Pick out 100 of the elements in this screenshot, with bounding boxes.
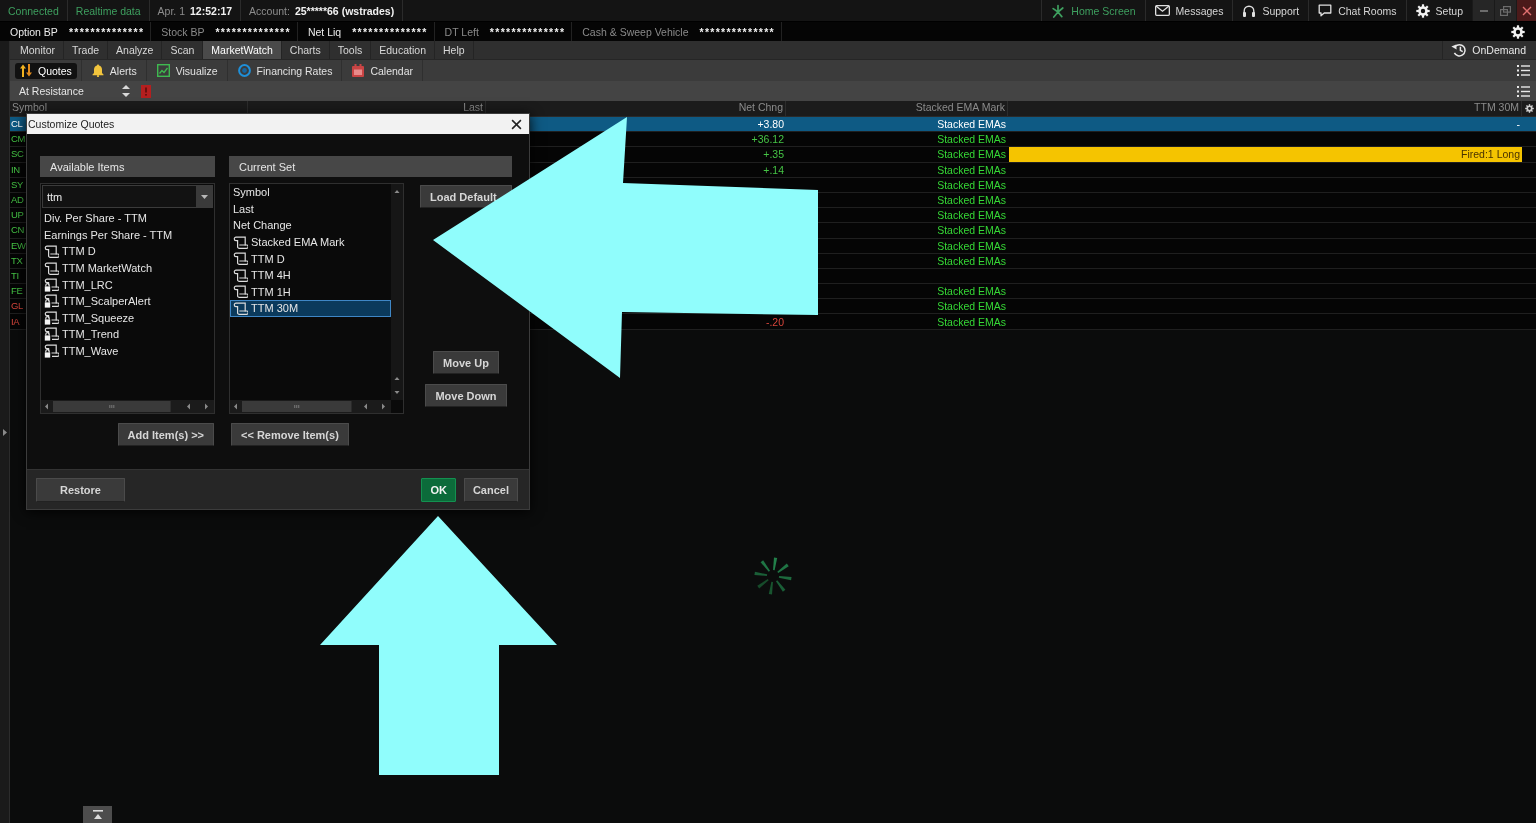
sub-tab[interactable]: Calendar [347, 62, 419, 79]
column-header[interactable]: Stacked EMA Mark [915, 102, 1005, 113]
balance-dropdown[interactable]: Net Liq [307, 25, 342, 38]
list-item[interactable]: Stacked EMA Mark [230, 233, 391, 251]
list-item[interactable]: Div. Per Share - TTM [41, 210, 214, 227]
scroll-lock-icon [44, 277, 59, 292]
on-demand-button[interactable]: OnDemand [1442, 41, 1536, 59]
scroll-lock-icon [44, 310, 59, 325]
scroll-icon [233, 268, 248, 282]
ema-mark-text: Stacked EMAs [937, 178, 1006, 191]
ema-mark-text: Stacked EMAs [937, 209, 1006, 222]
close-icon[interactable] [511, 118, 522, 130]
net-change-text: +.35 [763, 148, 784, 161]
symbol-text: IA [11, 315, 20, 328]
list-item[interactable]: TTM_Wave [41, 342, 214, 360]
chart-icon [156, 64, 170, 77]
settings-icon[interactable] [1524, 104, 1534, 113]
ema-mark-text: Stacked EMAs [937, 315, 1006, 328]
watchlist-selector[interactable]: At Resistance [10, 81, 115, 101]
bell-icon [91, 64, 104, 77]
symbol-text: CL [11, 118, 23, 131]
list-item[interactable]: TTM_LRC [41, 276, 214, 293]
toolbar-link[interactable]: Chat Rooms [1308, 0, 1406, 21]
spinner-icon [753, 556, 793, 597]
list-item[interactable]: TTM 30M [230, 300, 391, 317]
dialog-button[interactable]: Move Up [433, 351, 499, 374]
ema-mark-text: Stacked EMAs [937, 224, 1006, 237]
toolbar-link[interactable]: Messages [1144, 0, 1233, 21]
menu-tab[interactable]: Education [371, 41, 435, 59]
column-header[interactable]: Last [463, 102, 483, 113]
data-feed-status[interactable]: Realtime data [75, 4, 141, 17]
dropdown-button[interactable] [196, 186, 212, 207]
column-header[interactable]: TTM 30M [1474, 102, 1519, 113]
sub-tab[interactable]: Quotes [15, 62, 77, 79]
list-item[interactable]: TTM 1H [230, 283, 391, 301]
close-button[interactable] [1516, 0, 1536, 21]
menu-tab[interactable]: Tools [329, 41, 372, 59]
marker-icon[interactable] [141, 84, 151, 98]
restore-button[interactable] [1494, 0, 1516, 21]
symbol-text: SC [11, 148, 24, 161]
sub-tab[interactable]: Visualize [151, 62, 223, 79]
menu-tab[interactable]: Charts [281, 41, 330, 59]
scroll-to-top-button[interactable] [83, 806, 112, 823]
scrollbar[interactable] [230, 400, 391, 413]
remove-items-button[interactable]: << Remove Item(s) [231, 423, 349, 446]
list-item[interactable]: Net Change [230, 217, 391, 234]
scrollbar[interactable] [391, 184, 403, 400]
add-items-button[interactable]: Add Item(s) >> [117, 423, 214, 446]
panel-header: Available Items [40, 156, 215, 177]
account-selector[interactable]: 25*****66 (wstrades) [294, 4, 395, 17]
masked-value: ************** [352, 25, 428, 38]
list-icon[interactable] [1517, 65, 1530, 76]
list-item[interactable]: Last [230, 200, 391, 218]
menu-tab[interactable]: Analyze [108, 41, 163, 59]
menu-tab[interactable]: Monitor [12, 41, 64, 59]
symbol-text: TI [11, 269, 19, 282]
minimize-button[interactable] [1472, 0, 1494, 21]
masked-value: ************** [215, 25, 291, 38]
stepper-icon[interactable] [122, 84, 130, 98]
sub-tab[interactable]: Financing Rates [232, 62, 338, 79]
dialog-button[interactable]: Cancel [463, 477, 518, 502]
dialog-button[interactable]: OK [421, 477, 456, 502]
settings-icon[interactable] [1511, 24, 1525, 39]
symbol-text: FE [11, 285, 23, 298]
balance-dropdown[interactable]: Option BP [10, 25, 58, 38]
list-item[interactable]: TTM_ScalperAlert [41, 292, 214, 310]
menu-tab[interactable]: MarketWatch [203, 41, 282, 59]
date-text: Apr. 1 [157, 4, 186, 17]
symbol-text: CM [11, 133, 25, 146]
burst-icon [1051, 3, 1066, 18]
ema-mark-text: Stacked EMAs [937, 118, 1006, 131]
sub-tab[interactable]: Alerts [86, 62, 142, 79]
list-item[interactable]: TTM 4H [230, 266, 391, 284]
scroll-icon [44, 261, 59, 275]
balance-label: DT Left [444, 25, 479, 38]
minimize-icon [1479, 9, 1488, 12]
list-item[interactable]: TTM MarketWatch [41, 259, 214, 277]
account-label: Account: [249, 4, 290, 17]
dialog-button[interactable]: Move Down [425, 384, 507, 407]
restore-icon [1500, 5, 1511, 16]
column-header[interactable]: Net Chng [738, 102, 783, 113]
list-item[interactable]: TTM D [41, 243, 214, 260]
filter-combobox[interactable]: ttm [42, 185, 213, 208]
list-item[interactable]: Symbol [230, 184, 391, 201]
masked-value: ************** [699, 25, 775, 38]
scrollbar[interactable] [41, 400, 214, 413]
menu-tab[interactable]: Trade [64, 41, 109, 59]
ema-mark-text: Stacked EMAs [937, 285, 1006, 298]
dialog-button[interactable]: Restore [36, 477, 125, 502]
column-header[interactable]: Symbol [12, 102, 47, 113]
list-item[interactable]: Earnings Per Share - TTM [41, 226, 214, 244]
scroll-icon [233, 235, 248, 249]
balance-label: Cash & Sweep Vehicle [582, 25, 689, 38]
list-item[interactable]: TTM D [230, 250, 391, 267]
list-icon[interactable] [1517, 85, 1530, 97]
toolbar-link[interactable]: Home Screen [1041, 0, 1145, 21]
scroll-icon [233, 252, 248, 266]
menu-tab[interactable]: Help [435, 41, 474, 59]
caret-icon[interactable] [2, 428, 7, 436]
toolbar-link[interactable]: Support [1232, 0, 1309, 21]
